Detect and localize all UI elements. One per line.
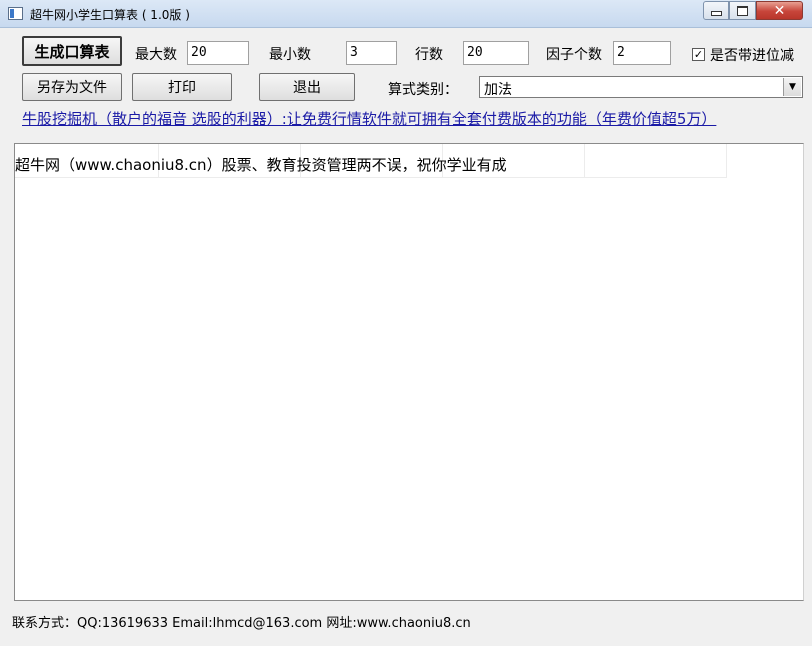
window-title: 超牛网小学生口算表 ( 1.0版 )	[30, 8, 190, 22]
minimize-icon	[710, 11, 722, 16]
max-number-label: 最大数	[135, 47, 177, 63]
output-area[interactable]: 超牛网（www.chaoniu8.cn）股票、教育投资管理两不误，祝你学业有成	[14, 143, 804, 601]
close-button[interactable]: ✕	[756, 1, 803, 20]
formula-type-select[interactable]: 加法 ▼	[479, 76, 803, 98]
factor-count-label: 因子个数	[546, 47, 602, 63]
output-text-line: 超牛网（www.chaoniu8.cn）股票、教育投资管理两不误，祝你学业有成	[15, 156, 507, 174]
app-icon	[8, 7, 23, 20]
exit-button[interactable]: 退出	[259, 73, 355, 101]
carry-checkbox[interactable]: ✓	[692, 48, 705, 61]
grid-cell	[584, 144, 727, 178]
max-number-input[interactable]: 20	[187, 41, 249, 65]
min-number-input[interactable]: 3	[346, 41, 397, 65]
formula-type-value: 加法	[484, 82, 512, 98]
maximize-icon	[737, 5, 748, 16]
check-icon: ✓	[693, 48, 704, 61]
contact-info: 联系方式：QQ:13619633 Email:lhmcd@163.com 网址:…	[12, 616, 471, 631]
maximize-button[interactable]	[729, 1, 756, 20]
generate-button[interactable]: 生成口算表	[22, 36, 122, 66]
carry-label: 是否带进位减	[710, 48, 794, 64]
rows-label: 行数	[415, 47, 443, 63]
rows-input[interactable]: 20	[463, 41, 529, 65]
save-as-file-button[interactable]: 另存为文件	[22, 73, 122, 101]
factor-count-input[interactable]: 2	[613, 41, 671, 65]
dropdown-arrow-icon[interactable]: ▼	[783, 78, 801, 96]
close-icon: ✕	[773, 2, 786, 19]
min-number-label: 最小数	[269, 47, 311, 63]
promo-link[interactable]: 牛股挖掘机（散户的福音 选股的利器）:让免费行情软件就可拥有全套付费版本的功能（…	[22, 108, 716, 129]
print-button[interactable]: 打印	[132, 73, 232, 101]
formula-type-label: 算式类别：	[388, 82, 458, 98]
minimize-button[interactable]	[703, 1, 729, 20]
